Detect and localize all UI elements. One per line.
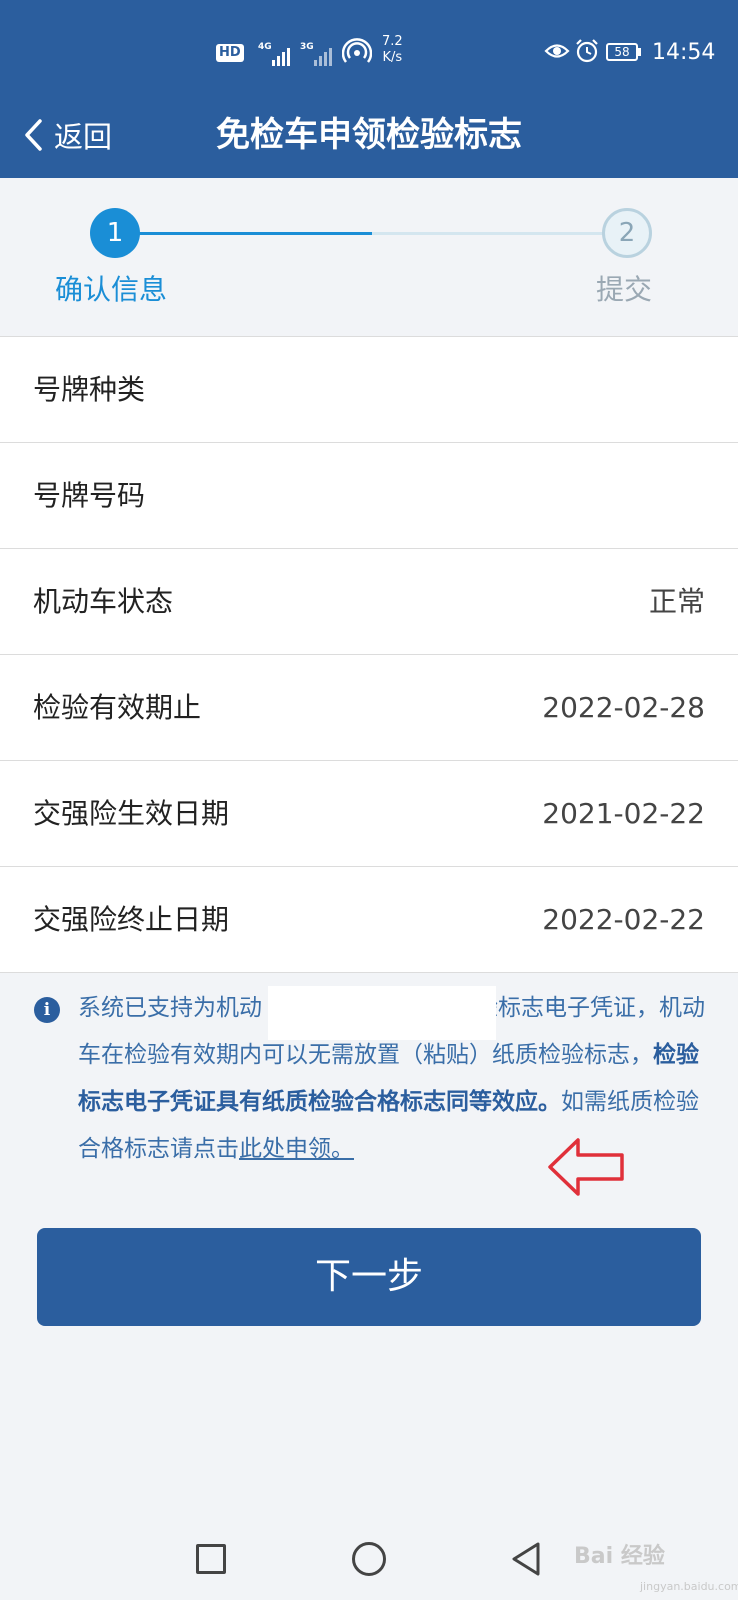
inspection-expiry-label: 检验有效期止 — [33, 691, 202, 724]
list-item: 号牌号码 — [0, 443, 738, 549]
clock: 14:54 — [652, 40, 716, 65]
step-1-circle: 1 — [90, 208, 140, 258]
list-item: 机动车状态 正常 — [0, 549, 738, 655]
network-speed: 7.2 K/s — [382, 34, 403, 65]
recent-apps-button[interactable] — [196, 1544, 226, 1574]
step-indicator: 1 2 确认信息 提交 — [0, 178, 738, 336]
hotspot-icon — [342, 38, 372, 63]
inspection-expiry-value: 2022-02-28 — [542, 691, 705, 724]
arrow-left-icon — [548, 1138, 624, 1196]
hd-indicator: HD — [216, 44, 244, 62]
list-item: 号牌种类 — [0, 337, 738, 443]
home-button[interactable] — [352, 1542, 386, 1576]
step-remaining-line — [372, 232, 604, 235]
insurance-end-label: 交强险终止日期 — [33, 903, 230, 936]
apply-here-link[interactable]: 此处申领。 — [239, 1136, 354, 1162]
plate-number-label: 号牌号码 — [33, 479, 146, 512]
back-label: 返回 — [54, 120, 113, 154]
vehicle-info-list: 号牌种类 号牌号码 机动车状态 正常 检验有效期止 2022-02-28 交强险… — [0, 336, 738, 973]
insurance-end-value: 2022-02-22 — [542, 903, 705, 936]
vehicle-status-label: 机动车状态 — [33, 585, 174, 618]
chevron-left-icon — [25, 119, 42, 151]
battery-indicator: 58 — [606, 43, 638, 61]
redaction-mask — [268, 986, 496, 1040]
plate-type-label: 号牌种类 — [33, 373, 146, 406]
next-step-button[interactable]: 下一步 — [37, 1228, 701, 1326]
back-button[interactable]: 返回 — [22, 110, 112, 160]
app-header: HD 4G 3G 7.2 K/s 58 14:54 免检车申领检验标志 返回 — [0, 0, 738, 178]
insurance-start-value: 2021-02-22 — [542, 797, 705, 830]
list-item: 交强险生效日期 2021-02-22 — [0, 761, 738, 867]
list-item: 检验有效期止 2022-02-28 — [0, 655, 738, 761]
step-progress-line — [136, 232, 372, 235]
step-2-circle: 2 — [602, 208, 652, 258]
eye-icon — [544, 44, 570, 58]
vehicle-status-value: 正常 — [648, 585, 705, 618]
status-bar: HD 4G 3G 7.2 K/s 58 14:54 — [0, 32, 738, 76]
battery-tip — [638, 48, 641, 56]
info-icon: i — [34, 997, 60, 1023]
back-triangle-icon[interactable] — [510, 1540, 542, 1578]
title-bar: 免检车申领检验标志 返回 — [0, 100, 738, 170]
step-1-label: 确认信息 — [55, 273, 168, 306]
step-2-label: 提交 — [596, 273, 653, 306]
watermark-logo: Bai 经验 — [574, 1544, 665, 1569]
watermark-url: jingyan.baidu.com — [640, 1580, 738, 1593]
list-item: 交强险终止日期 2022-02-22 — [0, 867, 738, 973]
alarm-icon — [576, 39, 598, 63]
insurance-start-label: 交强险生效日期 — [33, 797, 230, 830]
